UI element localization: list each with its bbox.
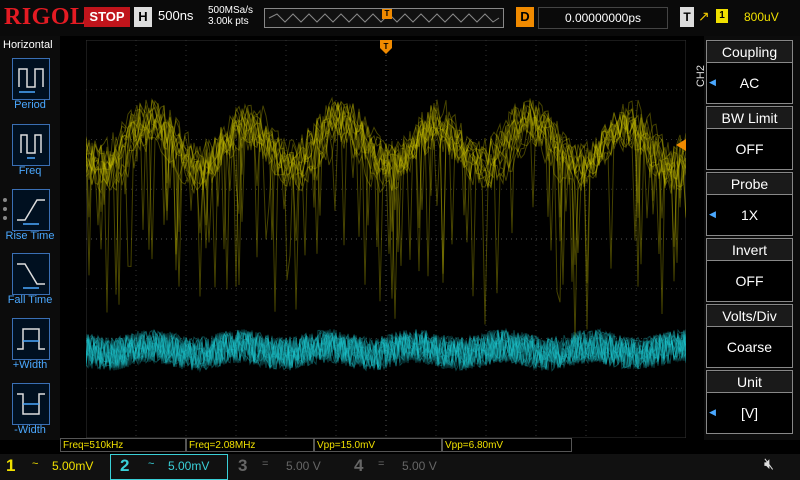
speaker-mute-icon[interactable]: 🔇︎ — [764, 456, 774, 474]
bw-limit-option[interactable]: BW Limit OFF — [706, 106, 793, 170]
coupling-title: Coupling — [707, 42, 792, 63]
channel-1-scale[interactable]: 5.00mV — [52, 459, 93, 473]
negative-width-icon — [17, 393, 45, 415]
arrow-left-icon: ◀ — [709, 407, 716, 417]
volts-div-value: Coarse — [707, 327, 792, 367]
channel-1-number[interactable]: 1 — [6, 456, 15, 476]
probe-value: 1X — [707, 195, 792, 235]
trigger-source[interactable]: 1 — [716, 9, 728, 23]
probe-option[interactable]: Probe 1X ◀ — [706, 172, 793, 236]
sample-rate-info: 500MSa/s 3.00k pts — [208, 5, 253, 27]
rise-time-label: Rise Time — [5, 230, 55, 242]
volts-div-option[interactable]: Volts/Div Coarse — [706, 304, 793, 368]
bw-limit-value: OFF — [707, 129, 792, 169]
delay-label: D — [516, 7, 534, 27]
arrow-left-icon: ◀ — [709, 77, 716, 87]
bw-limit-title: BW Limit — [707, 108, 792, 129]
run-stop-status[interactable]: STOP — [84, 7, 130, 27]
channel-4-scale[interactable]: 5.00 V — [402, 459, 437, 473]
channel-4-number[interactable]: 4 — [354, 456, 363, 476]
waveform-display[interactable]: T 1 2 — [86, 40, 686, 438]
measurement-ch1-vpp: Vpp=15.0mV — [314, 438, 442, 452]
arrow-left-icon: ◀ — [709, 209, 716, 219]
freq-button[interactable] — [12, 124, 50, 166]
measurement-ch2-freq: Freq=2.08MHz — [186, 438, 314, 452]
channel-2-scale[interactable]: 5.00mV — [168, 459, 209, 473]
trigger-position-marker: T — [382, 9, 392, 19]
rising-edge-icon: ↗ — [698, 8, 710, 24]
positive-width-icon — [17, 328, 45, 350]
channel-4-coupling: = — [378, 458, 385, 470]
menu-title: Horizontal — [3, 39, 53, 51]
coupling-value: AC — [707, 63, 792, 103]
memory-position-bar[interactable]: T — [264, 8, 504, 28]
coupling-option[interactable]: Coupling AC ◀ — [706, 40, 793, 104]
invert-title: Invert — [707, 240, 792, 261]
period-label: Period — [14, 99, 46, 111]
fall-time-icon — [17, 263, 45, 289]
unit-title: Unit — [707, 372, 792, 393]
channel-2-coupling: ~ — [148, 458, 155, 470]
fall-time-button[interactable] — [12, 253, 50, 295]
period-icon — [18, 68, 44, 93]
menu-page-dot — [3, 216, 7, 220]
negative-width-label: -Width — [14, 424, 46, 436]
positive-width-button[interactable] — [12, 318, 50, 360]
channel-3-coupling: = — [262, 458, 269, 470]
channel-2-number[interactable]: 2 — [120, 456, 129, 476]
probe-title: Probe — [707, 174, 792, 195]
frequency-icon — [20, 134, 42, 159]
timebase-value[interactable]: 500ns — [158, 8, 193, 23]
channel-1-coupling: ~ — [32, 458, 39, 470]
horizontal-label: H — [134, 7, 152, 27]
trigger-level[interactable]: 800uV — [744, 10, 779, 24]
measurement-ch1-freq: Freq=510kHz — [60, 438, 186, 452]
rigol-logo: RIGOL — [4, 4, 87, 30]
rise-time-button[interactable] — [12, 189, 50, 231]
volts-div-title: Volts/Div — [707, 306, 792, 327]
measurement-ch2-vpp: Vpp=6.80mV — [442, 438, 572, 452]
fall-time-label: Fall Time — [7, 294, 53, 306]
memory-depth: 3.00k pts — [208, 16, 249, 27]
positive-width-label: +Width — [12, 359, 48, 371]
negative-width-button[interactable] — [12, 383, 50, 425]
invert-value: OFF — [707, 261, 792, 301]
rise-time-icon — [17, 199, 45, 225]
menu-page-dot — [3, 198, 7, 202]
svg-text:T: T — [384, 42, 389, 51]
channel-3-number[interactable]: 3 — [238, 456, 247, 476]
sample-rate: 500MSa/s — [208, 5, 254, 16]
trigger-label: T — [680, 7, 694, 27]
freq-label: Freq — [18, 165, 42, 177]
unit-value: [V] — [707, 393, 792, 433]
unit-option[interactable]: Unit [V] ◀ — [706, 370, 793, 434]
menu-page-dot — [3, 207, 7, 211]
invert-option[interactable]: Invert OFF — [706, 238, 793, 302]
delay-value[interactable]: 0.00000000ps — [538, 7, 668, 29]
channel-3-scale[interactable]: 5.00 V — [286, 459, 321, 473]
period-button[interactable] — [12, 58, 50, 100]
